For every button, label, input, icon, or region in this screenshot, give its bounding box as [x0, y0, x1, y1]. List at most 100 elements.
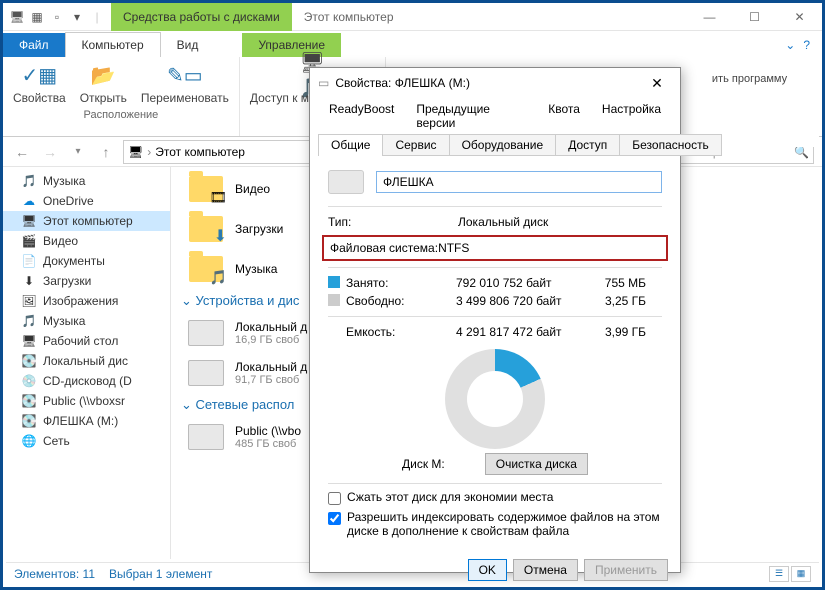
nav-sidebar: 🎵Музыка☁OneDrive🖥Этот компьютер🎬Видео📄До… [3, 167, 171, 559]
ribbon-collapse-icon[interactable]: ⌄ [785, 38, 795, 52]
qat-props-icon[interactable]: ▦ [29, 9, 45, 25]
ribbon-rename-label: Переименовать [141, 91, 229, 105]
view-large-icon[interactable]: ▦ [791, 566, 811, 582]
close-button[interactable]: ✕ [777, 3, 822, 31]
drive-icon [187, 317, 225, 349]
ribbon-properties-label: Свойства [13, 91, 66, 105]
sidebar-item[interactable]: 💿CD-дисковод (D [3, 371, 170, 391]
tab-file[interactable]: Файл [3, 33, 65, 57]
tab-computer[interactable]: Компьютер [65, 32, 161, 57]
nav-forward[interactable]: → [39, 141, 61, 163]
cancel-button[interactable]: Отмена [513, 559, 578, 581]
minimize-button[interactable]: — [687, 3, 732, 31]
sidebar-item-label: Рабочий стол [43, 334, 118, 348]
sidebar-item-icon: 🎵 [21, 314, 37, 328]
ribbon-group-label: Расположение [13, 109, 229, 121]
dialog-tab[interactable]: Общие [318, 134, 383, 156]
disk-cleanup-button[interactable]: Очистка диска [485, 453, 588, 475]
sidebar-item-label: Загрузки [43, 274, 91, 288]
address-path: Этот компьютер [155, 145, 245, 159]
sidebar-item-label: ФЛЕШКА (M:) [43, 414, 118, 428]
dialog-close-button[interactable]: ✕ [642, 75, 672, 92]
qat-new-icon[interactable]: ▫ [49, 9, 65, 25]
index-checkbox[interactable]: Разрешить индексировать содержимое файло… [328, 510, 662, 538]
help-icon[interactable]: ? [803, 38, 810, 52]
ribbon-open-label: Открыть [80, 91, 127, 105]
free-label: Свободно: [346, 294, 456, 308]
dialog-tab[interactable]: Сервис [382, 134, 449, 156]
sidebar-item[interactable]: 🎵Музыка [3, 311, 170, 331]
dialog-body: Тип:Локальный диск Файловая система: NTF… [310, 156, 680, 551]
drive-sublabel: 16,9 ГБ своб [235, 334, 307, 346]
sidebar-item[interactable]: 🎵 Музыка [3, 171, 170, 191]
folder-label: Музыка [235, 262, 277, 276]
properties-dialog: ▭ Свойства: ФЛЕШКА (M:) ✕ ReadyBoostПред… [309, 67, 681, 573]
ribbon-properties[interactable]: ✓▦ Свойства [13, 61, 66, 105]
sidebar-item-icon: 💽 [21, 394, 37, 408]
sidebar-item-icon: 🎬 [21, 234, 37, 248]
titlebar: 🖥 ▦ ▫ ▾ | Средства работы с дисками Этот… [3, 3, 822, 31]
sidebar-item[interactable]: 🖼Изображения [3, 291, 170, 311]
dialog-tab[interactable]: Настройка [591, 98, 672, 134]
used-label: Занято: [346, 276, 456, 290]
dialog-tab[interactable]: Безопасность [619, 134, 722, 156]
folder-label: Загрузки [235, 222, 283, 236]
dialog-tab[interactable]: Предыдущие версии [405, 98, 537, 134]
nav-up[interactable]: ↑ [95, 141, 117, 163]
sidebar-item[interactable]: 💽 Локальный дис [3, 351, 170, 371]
sidebar-item[interactable]: ☁ OneDrive [3, 191, 170, 211]
drive-small-icon: ▭ [318, 76, 329, 90]
sidebar-item-label: Public (\\vboxsr [43, 394, 125, 408]
qat-dropdown-icon[interactable]: ▾ [69, 9, 85, 25]
dialog-titlebar: ▭ Свойства: ФЛЕШКА (M:) ✕ [310, 68, 680, 98]
tab-view[interactable]: Вид [161, 33, 215, 57]
sidebar-item-icon: 📄 [21, 254, 37, 268]
ribbon-remove-program[interactable]: ить программу [686, 73, 813, 85]
dialog-tab[interactable]: Оборудование [449, 134, 557, 156]
view-details-icon[interactable]: ☰ [769, 566, 789, 582]
sidebar-item[interactable]: 💽ФЛЕШКА (M:) [3, 411, 170, 431]
nav-back[interactable]: ← [11, 141, 33, 163]
ribbon-open[interactable]: 📂 Открыть [80, 61, 127, 105]
dialog-tab[interactable]: ReadyBoost [318, 98, 405, 134]
folder-icon: 🎵 [187, 253, 225, 285]
sidebar-item[interactable]: 🖥Рабочий стол [3, 331, 170, 351]
maximize-button[interactable]: ☐ [732, 3, 777, 31]
used-bytes: 792 010 752 байт [456, 276, 586, 290]
tab-manage[interactable]: Управление [242, 33, 341, 57]
sidebar-item[interactable]: ⬇ Загрузки [3, 271, 170, 291]
dialog-buttons: OK Отмена Применить [310, 551, 680, 589]
compress-checkbox[interactable]: Сжать этот диск для экономии места [328, 490, 662, 505]
sidebar-item-icon: ⬇ [21, 274, 37, 288]
dialog-tab[interactable]: Квота [537, 98, 591, 134]
status-selection: Выбран 1 элемент [109, 567, 212, 581]
sidebar-item-icon: ☁ [21, 194, 37, 208]
status-count: Элементов: 11 [14, 567, 95, 581]
ribbon-help: ⌄ ? [769, 33, 822, 57]
sidebar-item-label: Этот компьютер [43, 214, 133, 228]
sidebar-item[interactable]: 🎬Видео [3, 231, 170, 251]
ribbon-tabs: Файл Компьютер Вид Управление ⌄ ? [3, 31, 822, 57]
sidebar-item[interactable]: 🖥Этот компьютер [3, 211, 170, 231]
volume-name-input[interactable] [376, 171, 662, 193]
sidebar-item-label: Локальный дис [43, 354, 128, 368]
ok-button[interactable]: OK [468, 559, 507, 581]
nav-recent[interactable]: ▾ [67, 141, 89, 163]
apply-button[interactable]: Применить [584, 559, 668, 581]
sidebar-item[interactable]: 💽 Public (\\vboxsr [3, 391, 170, 411]
drive-label: Public (\\vbo [235, 424, 301, 438]
ribbon-rename[interactable]: ✎▭ Переименовать [141, 61, 229, 105]
drive-sublabel: 485 ГБ своб [235, 438, 301, 450]
dialog-tab[interactable]: Доступ [555, 134, 620, 156]
sidebar-item-icon: 💽 [21, 354, 37, 368]
drive-icon [187, 357, 225, 389]
sidebar-item-label: Музыка [43, 174, 85, 188]
dialog-title: Свойства: ФЛЕШКА (M:) [335, 76, 470, 90]
sidebar-item-label: OneDrive [43, 194, 94, 208]
sidebar-item-icon: 🎵 [21, 174, 37, 188]
drive-icon [328, 170, 364, 194]
sidebar-item[interactable]: 📄Документы [3, 251, 170, 271]
used-color-icon [328, 276, 340, 288]
free-color-icon [328, 294, 340, 306]
sidebar-item[interactable]: 🌐Сеть [3, 431, 170, 451]
